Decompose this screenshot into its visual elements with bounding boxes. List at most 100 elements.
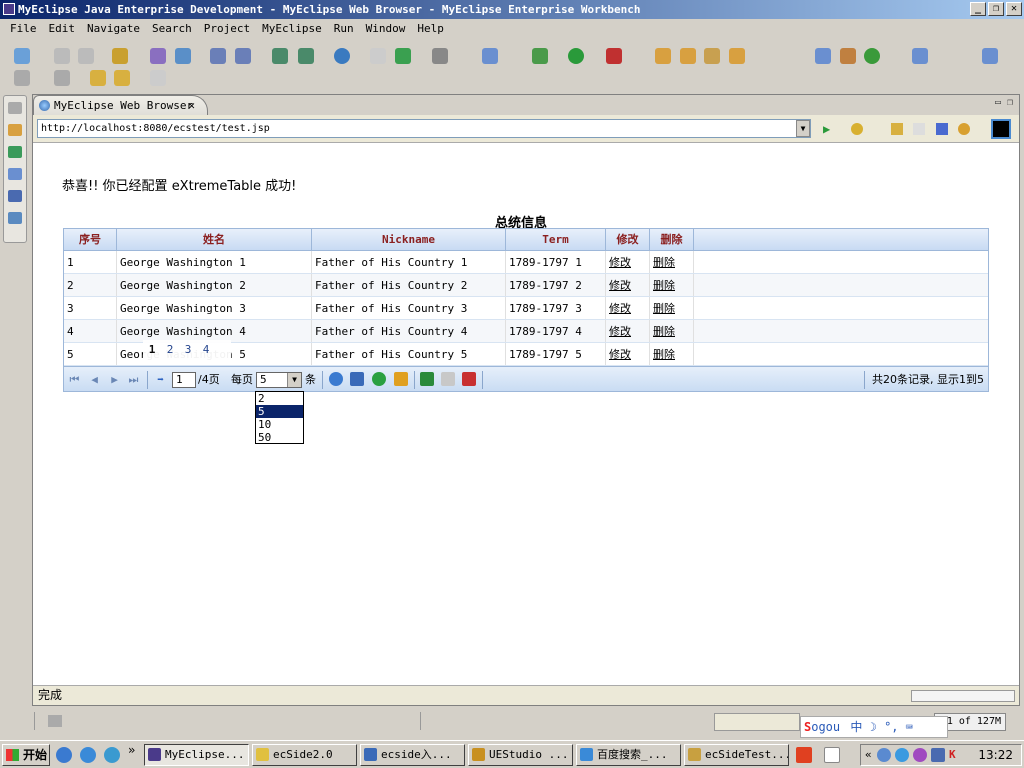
delete-link[interactable]: 删除	[653, 279, 675, 292]
edit-link[interactable]: 修改	[609, 348, 631, 361]
stop-icon[interactable]	[936, 123, 948, 135]
browser-forward-icon[interactable]	[913, 123, 925, 135]
sogou-tray-icon[interactable]	[796, 747, 812, 763]
close-tab-icon[interactable]: ✕	[188, 96, 195, 115]
menu-navigate[interactable]: Navigate	[81, 19, 146, 38]
web-browser-icon[interactable]	[334, 48, 350, 64]
outline-icon[interactable]	[8, 168, 22, 180]
tray-network-icon[interactable]	[877, 748, 891, 762]
menu-window[interactable]: Window	[360, 19, 412, 38]
export-pdf-icon[interactable]	[462, 372, 476, 386]
edit-link[interactable]: 修改	[609, 302, 631, 315]
package-explorer-icon[interactable]	[8, 124, 22, 136]
quick-page-link[interactable]: 2	[161, 340, 179, 360]
menu-search[interactable]: Search	[146, 19, 198, 38]
last-page-icon[interactable]: ⏭	[127, 373, 140, 386]
first-page-icon[interactable]: ⏮	[68, 373, 81, 386]
tray-collapse-icon[interactable]: «	[865, 745, 872, 765]
help-icon[interactable]	[824, 747, 840, 763]
bean-icon[interactable]	[210, 48, 226, 64]
team-icon[interactable]	[840, 48, 856, 64]
task-baidu[interactable]: 百度搜索_...	[576, 744, 681, 766]
col-header-name[interactable]: 姓名	[117, 229, 312, 250]
open-perspective-icon[interactable]	[982, 48, 998, 64]
keyboard-icon[interactable]: ⌨	[906, 720, 913, 734]
db-browser-icon[interactable]	[8, 212, 22, 224]
black-square-icon[interactable]	[991, 119, 1011, 139]
per-page-option[interactable]: 50	[256, 431, 303, 444]
go-page-icon[interactable]: ➡	[154, 373, 167, 386]
task-ecside2[interactable]: ecSide2.0	[252, 744, 357, 766]
export-xls-icon[interactable]	[420, 372, 434, 386]
chevron-down-icon[interactable]: ▼	[287, 373, 301, 387]
search-folder-icon[interactable]	[729, 48, 745, 64]
edit-link[interactable]: 修改	[609, 279, 631, 292]
task-ecside-intro[interactable]: ecside入...	[360, 744, 465, 766]
db-icon[interactable]	[272, 48, 288, 64]
next-page-icon[interactable]: ▶	[108, 373, 121, 386]
delete-link[interactable]: 删除	[653, 302, 675, 315]
edit-link[interactable]: 修改	[609, 325, 631, 338]
menu-myeclipse[interactable]: MyEclipse	[256, 19, 328, 38]
perspective-icon[interactable]	[815, 48, 831, 64]
print-icon[interactable]	[78, 48, 94, 64]
quicklaunch-messenger-icon[interactable]	[104, 747, 120, 763]
task-myeclipse[interactable]: MyEclipse...	[144, 744, 249, 766]
quick-page-link[interactable]: 3	[179, 340, 197, 360]
next-annotation-icon[interactable]	[14, 70, 30, 86]
moon-icon[interactable]: ☽ °,	[870, 720, 899, 734]
url-dropdown-icon[interactable]: ▼	[796, 120, 810, 137]
prev-annotation-icon[interactable]	[54, 70, 70, 86]
delete-link[interactable]: 删除	[653, 348, 675, 361]
fast-view-icon[interactable]	[48, 715, 62, 727]
delete-link[interactable]: 删除	[653, 325, 675, 338]
open-file-icon[interactable]	[680, 48, 696, 64]
open-type-icon[interactable]	[370, 48, 386, 64]
favorites-icon[interactable]	[851, 123, 863, 135]
sogou-ime-bar[interactable]: Sogou 中 ☽ °, ⌨	[800, 716, 948, 738]
minimize-button[interactable]: _	[970, 2, 986, 16]
restore-view-icon[interactable]	[8, 102, 22, 114]
external-tools-icon[interactable]	[606, 48, 622, 64]
camera-icon[interactable]	[432, 48, 448, 64]
tray-app-icon[interactable]	[913, 748, 927, 762]
tab-myeclipse-web-browser[interactable]: MyEclipse Web Browser ✕	[33, 95, 208, 115]
open-folder-icon[interactable]	[655, 48, 671, 64]
menu-run[interactable]: Run	[328, 19, 360, 38]
debug-icon[interactable]	[532, 48, 548, 64]
menu-edit[interactable]: Edit	[43, 19, 82, 38]
delete-link[interactable]: 删除	[653, 256, 675, 269]
ime-mode[interactable]: 中	[850, 720, 862, 734]
hierarchy-icon[interactable]	[8, 146, 22, 158]
save-grid-icon[interactable]	[350, 372, 364, 386]
menu-help[interactable]: Help	[411, 19, 450, 38]
task-ecsidetest[interactable]: ecSideTest...	[684, 744, 789, 766]
per-page-option[interactable]: 10	[256, 418, 303, 431]
servers-icon[interactable]	[8, 190, 22, 202]
prev-page-icon[interactable]: ◀	[88, 373, 101, 386]
tray-qq-icon[interactable]	[895, 748, 909, 762]
add-row-icon[interactable]	[372, 372, 386, 386]
per-page-option[interactable]: 2	[256, 392, 303, 405]
new-icon[interactable]	[14, 48, 30, 64]
save-icon[interactable]	[54, 48, 70, 64]
menu-file[interactable]: File	[4, 19, 43, 38]
server-icon[interactable]	[175, 48, 191, 64]
col-header-no[interactable]: 序号	[64, 229, 117, 250]
refresh-icon[interactable]	[864, 48, 880, 64]
quicklaunch-ie-icon[interactable]	[80, 747, 96, 763]
more-quicklaunch-icon[interactable]: »	[128, 743, 135, 757]
window-titlebar[interactable]: MyEclipse Java Enterprise Development - …	[0, 0, 1024, 19]
quick-page-link[interactable]: 4	[197, 340, 215, 360]
db-explorer-icon[interactable]	[298, 48, 314, 64]
delete-row-icon[interactable]	[394, 372, 408, 386]
restore-button[interactable]: ❐	[988, 2, 1004, 16]
minimize-maximize-controls[interactable]: ▭ ❐	[995, 97, 1013, 108]
go-icon[interactable]: ▶	[823, 123, 835, 135]
tray-monitor-icon[interactable]	[931, 748, 945, 762]
task-uestudio[interactable]: UEStudio ...	[468, 744, 573, 766]
col-header-term[interactable]: Term	[506, 229, 606, 250]
reload-icon[interactable]	[958, 123, 970, 135]
quick-page-link[interactable]: 1	[143, 340, 161, 360]
edit-icon[interactable]	[704, 48, 720, 64]
